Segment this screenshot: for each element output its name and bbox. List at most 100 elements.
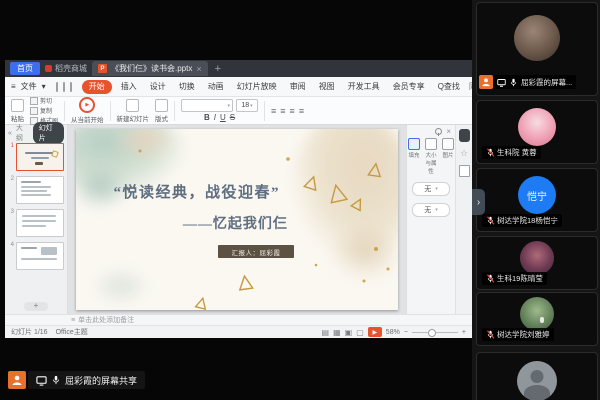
menu-tab-view[interactable]: 视图: [315, 80, 339, 93]
slide-4-thumbnail[interactable]: [16, 242, 64, 270]
participant-tile[interactable]: 恺宁 树达学院18杨恺宁: [476, 168, 598, 232]
align-right-button[interactable]: ≡: [290, 106, 295, 116]
zoom-slider-knob[interactable]: [428, 329, 436, 337]
notes-placeholder: 单击此处添加备注: [78, 315, 134, 325]
print-icon[interactable]: [63, 82, 65, 92]
menu-tab-slideshow[interactable]: 幻灯片放映: [233, 80, 281, 93]
divider: [264, 101, 265, 121]
align-center-button[interactable]: ≡: [280, 106, 285, 116]
participant-tile[interactable]: 生科19陈晴莹: [476, 236, 598, 290]
undo-icon[interactable]: [70, 82, 72, 92]
tab-close-icon[interactable]: ×: [196, 64, 201, 74]
play-icon: ▶: [79, 97, 95, 113]
new-slide-button[interactable]: 新建幻灯片: [117, 99, 150, 123]
file-menu[interactable]: 文件: [21, 81, 37, 92]
slide-2-thumbnail[interactable]: [16, 176, 64, 204]
menu-tab-devtools[interactable]: 开发工具: [344, 80, 384, 93]
participant-tile[interactable]: [476, 352, 598, 400]
menu-tab-insert[interactable]: 插入: [117, 80, 141, 93]
font-name-select[interactable]: ▾: [181, 99, 233, 112]
menu-tab-animation[interactable]: 动画: [204, 80, 228, 93]
close-panel-icon[interactable]: ×: [446, 129, 451, 135]
document-panel-icon[interactable]: [459, 165, 470, 177]
menu-tab-review[interactable]: 审阅: [286, 80, 310, 93]
menu-tab-design[interactable]: 设计: [146, 80, 170, 93]
slideshow-play-button[interactable]: ▶: [368, 327, 382, 337]
zoom-in-button[interactable]: +: [462, 329, 466, 336]
clipboard-group: 剪切 复制 格式刷: [30, 96, 58, 125]
reading-view-icon[interactable]: ▣: [345, 328, 353, 337]
save-icon[interactable]: [56, 82, 58, 92]
thumbnail-row[interactable]: 1: [7, 143, 65, 171]
panel-collapse-icon[interactable]: «: [8, 130, 12, 137]
paste-button[interactable]: 粘贴: [11, 99, 24, 123]
slide-3-thumbnail[interactable]: [16, 209, 64, 237]
star-icon[interactable]: ☆: [460, 148, 468, 159]
participant-tile[interactable]: 树达学院刘雅婷: [476, 292, 598, 346]
zoom-percent[interactable]: 58%: [386, 329, 400, 336]
document-tab[interactable]: P 《我们仨》读书会.pptx ×: [92, 61, 208, 76]
layout-label: 版式: [155, 113, 168, 123]
notes-bar[interactable]: ≡ 单击此处添加备注: [5, 314, 472, 325]
pin-icon[interactable]: [435, 128, 442, 135]
current-slide[interactable]: “悦读经典，战役迎春” ——忆起我们仨 汇报人：屈彩霞: [76, 129, 398, 310]
strikethrough-button[interactable]: S: [230, 113, 235, 122]
fill-dropdown[interactable]: 无 ▾: [412, 182, 450, 196]
participant-tile-presenter[interactable]: 屈彩霞的屏幕...: [476, 2, 598, 96]
zoom-out-button[interactable]: −: [404, 329, 408, 336]
props-header: ×: [407, 127, 455, 135]
file-menu-caret[interactable]: ▾: [42, 82, 46, 91]
share-label: 屈彩霞的屏幕共享: [65, 374, 137, 387]
add-slide-button[interactable]: +: [24, 302, 48, 311]
thumbnail-row[interactable]: 3: [7, 209, 65, 237]
divider: [110, 101, 111, 121]
picture-icon: [442, 138, 454, 150]
size-properties-icon: [425, 138, 437, 150]
status-right-group: ▤ ▦ ▣ ▢ ▶ 58% − +: [322, 327, 466, 337]
panel-collapse-arrow[interactable]: ›: [472, 189, 485, 215]
play-from-current-button[interactable]: ▶ 从当前开始: [71, 97, 104, 124]
outline-tab[interactable]: 大纲: [16, 123, 29, 143]
props-tab-fill[interactable]: 填充: [407, 138, 421, 159]
new-tab-button[interactable]: +: [215, 63, 221, 75]
skin-icon[interactable]: [459, 129, 470, 142]
screen-share-icon: [36, 375, 47, 386]
normal-view-icon[interactable]: ▤: [322, 328, 330, 337]
font-group: ▾ 18▾ B I U S: [181, 99, 258, 122]
wps-store-tab[interactable]: 稻壳商城: [45, 63, 87, 74]
menu-tab-home[interactable]: 开始: [82, 80, 112, 94]
menu-tab-member[interactable]: 会员专享: [389, 80, 429, 93]
avatar: 恺宁: [518, 176, 556, 214]
thumbnail-row[interactable]: 4: [7, 242, 65, 270]
menu-search[interactable]: Q查找: [434, 80, 464, 93]
participant-tile[interactable]: 生科院 黄蓉: [476, 100, 598, 164]
italic-button[interactable]: I: [214, 113, 216, 122]
participant-name: 树达学院刘雅婷: [497, 329, 550, 340]
copy-button[interactable]: 复制: [30, 106, 58, 115]
slide-sorter-icon[interactable]: ▦: [333, 328, 341, 337]
menu-tab-transition[interactable]: 切换: [175, 80, 199, 93]
slide-canvas[interactable]: “悦读经典，战役迎春” ——忆起我们仨 汇报人：屈彩霞: [68, 125, 406, 314]
align-justify-button[interactable]: ≡: [299, 106, 304, 116]
zoom-slider[interactable]: [412, 332, 458, 333]
screen-share-indicator[interactable]: 屈彩霞的屏幕共享: [8, 371, 145, 389]
slide-1-thumbnail[interactable]: [16, 143, 64, 171]
notes-view-icon[interactable]: ▢: [356, 328, 364, 337]
cut-icon: [30, 97, 38, 105]
hamburger-icon[interactable]: ≡: [11, 82, 16, 91]
thumbnail-row[interactable]: 2: [7, 176, 65, 204]
fill-outline-icon: [408, 138, 420, 150]
props-tab-picture[interactable]: 图片: [441, 138, 455, 159]
props-tab-size[interactable]: 大小与属性: [424, 138, 438, 175]
font-size-select[interactable]: 18▾: [236, 99, 258, 112]
muted-mic-icon: [486, 216, 495, 225]
bold-button[interactable]: B: [204, 113, 210, 122]
cut-button[interactable]: 剪切: [30, 96, 58, 105]
wps-home-button[interactable]: 首页: [10, 62, 40, 75]
layout-button[interactable]: 版式: [155, 99, 168, 123]
underline-button[interactable]: U: [220, 113, 226, 122]
wps-ribbon: 粘贴 剪切 复制 格式刷 ▶ 从当前开始 新建幻灯片 版式: [5, 97, 472, 125]
line-dropdown[interactable]: 无 ▾: [412, 203, 450, 217]
alignment-group: ≡ ≡ ≡ ≡: [271, 106, 304, 116]
align-left-button[interactable]: ≡: [271, 106, 276, 116]
